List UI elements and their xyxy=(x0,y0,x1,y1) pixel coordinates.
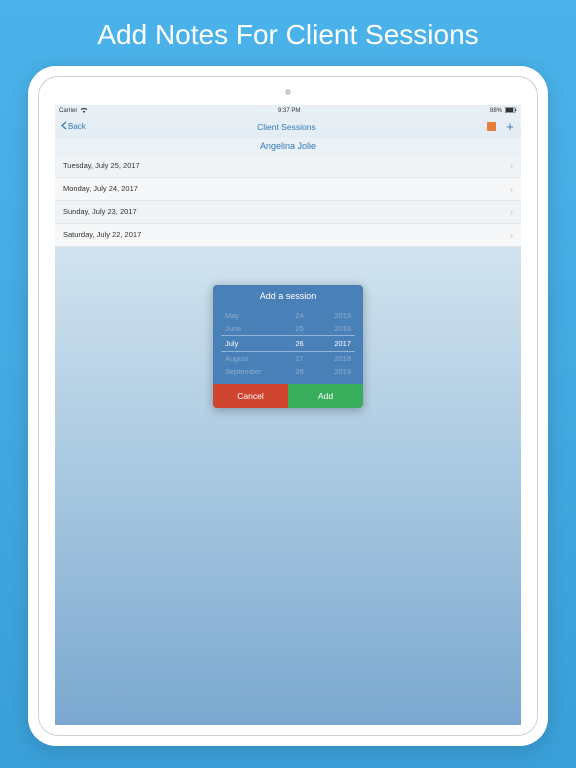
session-row[interactable]: Monday, July 24, 2017 › xyxy=(55,178,521,201)
session-date: Saturday, July 22, 2017 xyxy=(63,230,141,239)
contact-icon xyxy=(487,122,496,131)
date-picker[interactable]: May 24 2015 June 25 2016 July 26 2017 xyxy=(213,307,363,384)
contact-button[interactable] xyxy=(487,122,497,132)
chevron-right-icon: › xyxy=(510,207,513,217)
chevron-right-icon: › xyxy=(510,161,513,171)
add-session-modal: Add a session May 24 2015 June 25 2016 J… xyxy=(213,285,363,408)
carrier-label: Carrier xyxy=(59,108,77,114)
session-row[interactable]: Saturday, July 22, 2017 › xyxy=(55,224,521,247)
session-date: Monday, July 24, 2017 xyxy=(63,184,138,193)
chevron-left-icon xyxy=(61,121,67,132)
picker-month: July xyxy=(225,339,280,348)
status-left: Carrier xyxy=(59,107,88,115)
picker-year: 2017 xyxy=(319,339,351,348)
modal-title: Add a session xyxy=(213,285,363,307)
picker-day: 26 xyxy=(288,339,312,348)
picker-row[interactable]: August 27 2018 xyxy=(221,352,355,365)
cancel-button[interactable]: Cancel xyxy=(213,384,288,408)
session-date: Sunday, July 23, 2017 xyxy=(63,207,137,216)
add-confirm-button[interactable]: Add xyxy=(288,384,363,408)
client-name: Angelina Jolie xyxy=(55,137,521,155)
tablet-frame: Carrier 9:37 PM 88% xyxy=(28,66,548,746)
picker-day: 27 xyxy=(288,354,312,363)
status-right: 88% xyxy=(490,107,517,115)
picker-day: 28 xyxy=(288,367,312,376)
picker-year: 2016 xyxy=(319,324,351,333)
add-button[interactable]: + xyxy=(505,122,515,132)
picker-month: September xyxy=(225,367,280,376)
picker-year: 2018 xyxy=(319,354,351,363)
app-screen: Carrier 9:37 PM 88% xyxy=(55,105,521,725)
picker-row[interactable]: May 24 2015 xyxy=(221,309,355,322)
picker-month: August xyxy=(225,354,280,363)
promo-title: Add Notes For Client Sessions xyxy=(0,0,576,66)
back-button[interactable]: Back xyxy=(61,121,86,132)
picker-day: 24 xyxy=(288,311,312,320)
session-row[interactable]: Tuesday, July 25, 2017 › xyxy=(55,155,521,178)
tablet-bezel: Carrier 9:37 PM 88% xyxy=(38,76,538,736)
status-bar: Carrier 9:37 PM 88% xyxy=(55,105,521,117)
picker-month: June xyxy=(225,324,280,333)
chevron-right-icon: › xyxy=(510,184,513,194)
chevron-right-icon: › xyxy=(510,230,513,240)
back-label: Back xyxy=(68,122,86,131)
picker-day: 25 xyxy=(288,324,312,333)
picker-row-selected[interactable]: July 26 2017 xyxy=(221,335,355,352)
battery-icon xyxy=(505,107,517,115)
picker-year: 2019 xyxy=(319,367,351,376)
nav-bar: Back Client Sessions + xyxy=(55,117,521,137)
status-time: 9:37 PM xyxy=(278,108,300,114)
session-date: Tuesday, July 25, 2017 xyxy=(63,161,140,170)
picker-year: 2015 xyxy=(319,311,351,320)
picker-row[interactable]: September 28 2019 xyxy=(221,365,355,378)
modal-buttons: Cancel Add xyxy=(213,384,363,408)
picker-month: May xyxy=(225,311,280,320)
session-list: Tuesday, July 25, 2017 › Monday, July 24… xyxy=(55,155,521,247)
battery-label: 88% xyxy=(490,108,502,114)
nav-actions: + xyxy=(487,122,515,132)
picker-row[interactable]: June 25 2016 xyxy=(221,322,355,335)
tablet-camera xyxy=(285,89,291,95)
nav-title: Client Sessions xyxy=(257,122,316,132)
wifi-icon xyxy=(80,107,88,115)
session-row[interactable]: Sunday, July 23, 2017 › xyxy=(55,201,521,224)
